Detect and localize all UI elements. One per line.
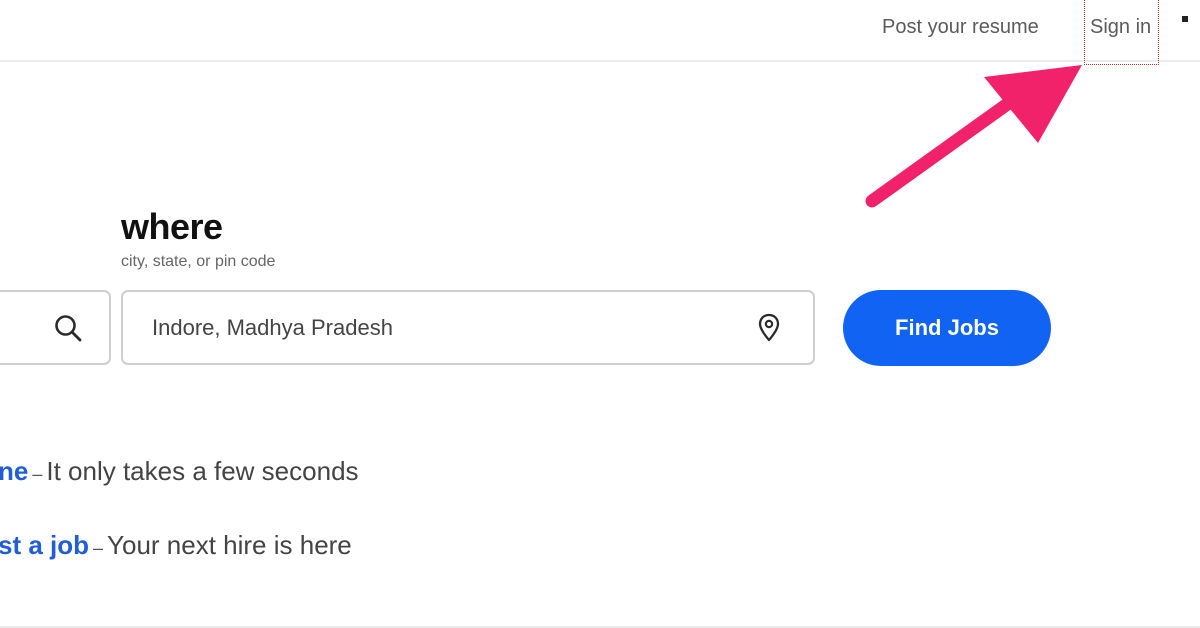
search-icon — [55, 315, 82, 342]
employer-promo-text: Your next hire is here — [107, 530, 352, 560]
upload-resume-link[interactable]: ne — [0, 456, 28, 486]
dash-separator: – — [93, 538, 104, 558]
where-heading: where — [121, 206, 223, 247]
find-jobs-button[interactable]: Find Jobs — [843, 290, 1051, 366]
resume-promo-text: It only takes a few seconds — [46, 456, 359, 486]
where-input[interactable] — [152, 310, 732, 346]
where-subheading: city, state, or pin code — [121, 253, 276, 270]
post-a-job-link[interactable]: st a job — [0, 530, 89, 560]
menu-dot-icon[interactable] — [1182, 16, 1188, 22]
sign-in-link[interactable]: Sign in — [1084, 0, 1159, 65]
promo-line-employer: st a job – Your next hire is here — [0, 530, 352, 561]
post-resume-link[interactable]: Post your resume — [882, 16, 1039, 39]
location-pin-icon — [758, 313, 780, 342]
top-header: Post your resume Sign in — [0, 0, 1200, 65]
where-search-field[interactable] — [121, 290, 815, 365]
arrow-annotation-icon — [865, 65, 1082, 208]
dash-separator: – — [32, 464, 43, 484]
promo-line-resume: ne – It only takes a few seconds — [0, 456, 359, 487]
